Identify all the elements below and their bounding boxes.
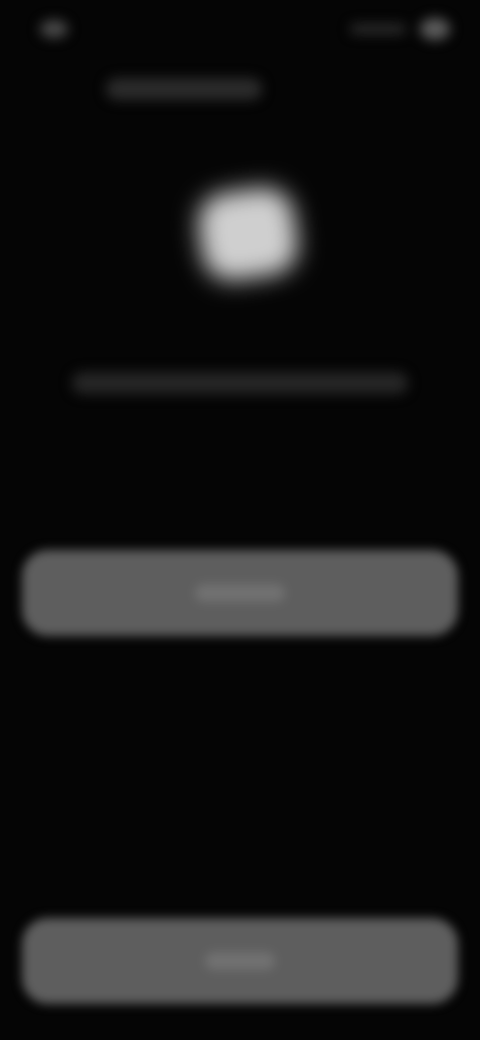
secondary-button[interactable] (22, 918, 458, 1004)
secondary-button-label (205, 952, 275, 970)
primary-button[interactable] (22, 550, 458, 636)
description-text (72, 372, 408, 394)
status-icons (350, 18, 450, 42)
status-time (36, 18, 120, 40)
page-title (106, 78, 262, 100)
status-bar (0, 0, 480, 64)
app-logo-icon (194, 183, 302, 285)
primary-button-label (195, 584, 285, 602)
battery-icon (420, 18, 450, 40)
signal-icon (350, 24, 406, 34)
app-screen (0, 0, 480, 1040)
